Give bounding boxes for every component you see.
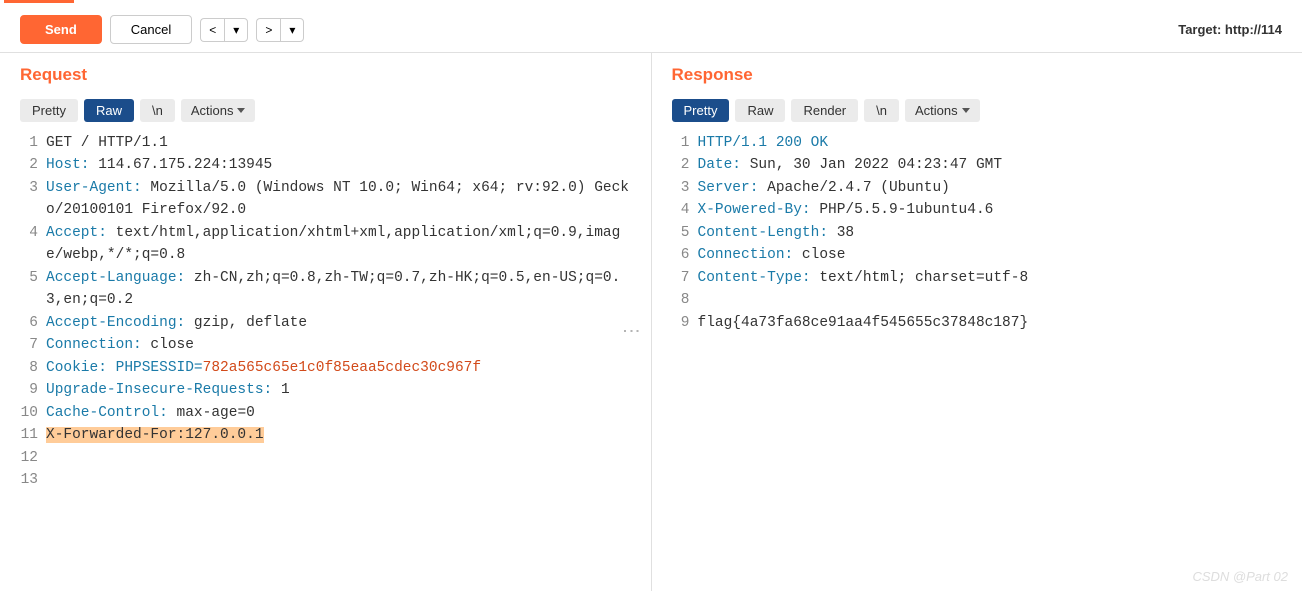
line-number: 9	[20, 379, 46, 401]
more-icon[interactable]: ⋮	[621, 322, 643, 340]
line-number: 3	[20, 177, 46, 222]
line-code[interactable]: Cookie: PHPSESSID=782a565c65e1c0f85eaa5c…	[46, 357, 631, 379]
editor-line[interactable]: 11X-Forwarded-For:127.0.0.1	[20, 424, 631, 446]
line-code[interactable]: HTTP/1.1 200 OK	[698, 132, 1283, 154]
line-number: 6	[20, 312, 46, 334]
line-number: 4	[20, 222, 46, 267]
editor-line[interactable]: 1HTTP/1.1 200 OK	[672, 132, 1283, 154]
actions-dropdown[interactable]: Actions	[181, 99, 256, 122]
editor-line[interactable]: 13	[20, 469, 631, 491]
tab-pretty[interactable]: Pretty	[20, 99, 78, 122]
editor-line[interactable]: 8Cookie: PHPSESSID=782a565c65e1c0f85eaa5…	[20, 357, 631, 379]
line-code[interactable]: X-Forwarded-For:127.0.0.1	[46, 424, 631, 446]
editor-line[interactable]: 1GET / HTTP/1.1	[20, 132, 631, 154]
next-dropdown[interactable]: ▾	[280, 18, 304, 42]
editor-line[interactable]: 3User-Agent: Mozilla/5.0 (Windows NT 10.…	[20, 177, 631, 222]
editor-line[interactable]: 5Accept-Language: zh-CN,zh;q=0.8,zh-TW;q…	[20, 267, 631, 312]
tab-render[interactable]: Render	[791, 99, 858, 122]
chevron-down-icon	[962, 108, 970, 113]
response-title: Response	[672, 65, 1283, 85]
toolbar: Send Cancel < ▾ > ▾ Target: http://114	[0, 7, 1302, 53]
tab-raw[interactable]: Raw	[735, 99, 785, 122]
line-code[interactable]: Accept-Encoding: gzip, deflate	[46, 312, 631, 334]
request-editor[interactable]: 1GET / HTTP/1.12Host: 114.67.175.224:139…	[20, 132, 631, 492]
editor-line[interactable]: 3Server: Apache/2.4.7 (Ubuntu)	[672, 177, 1283, 199]
active-tab-indicator	[4, 0, 74, 3]
line-code[interactable]: Accept-Language: zh-CN,zh;q=0.8,zh-TW;q=…	[46, 267, 631, 312]
line-number: 9	[672, 312, 698, 334]
tab-pretty[interactable]: Pretty	[672, 99, 730, 122]
editor-line[interactable]: 7Content-Type: text/html; charset=utf-8	[672, 267, 1283, 289]
line-code[interactable]: Accept: text/html,application/xhtml+xml,…	[46, 222, 631, 267]
next-button[interactable]: >	[256, 18, 280, 42]
line-number: 7	[20, 334, 46, 356]
line-code[interactable]: Upgrade-Insecure-Requests: 1	[46, 379, 631, 401]
editor-line[interactable]: 7Connection: close	[20, 334, 631, 356]
actions-label: Actions	[191, 103, 234, 118]
history-next-group: > ▾	[256, 18, 304, 42]
line-number: 5	[672, 222, 698, 244]
line-code[interactable]: flag{4a73fa68ce91aa4f545655c37848c187}	[698, 312, 1283, 334]
editor-line[interactable]: 4Accept: text/html,application/xhtml+xml…	[20, 222, 631, 267]
line-code[interactable]: Cache-Control: max-age=0	[46, 402, 631, 424]
tab-raw[interactable]: Raw	[84, 99, 134, 122]
line-code[interactable]: Host: 114.67.175.224:13945	[46, 154, 631, 176]
line-number: 2	[672, 154, 698, 176]
editor-line[interactable]: 2Host: 114.67.175.224:13945	[20, 154, 631, 176]
line-number: 12	[20, 447, 46, 469]
line-number: 1	[672, 132, 698, 154]
line-number: 3	[672, 177, 698, 199]
line-number: 11	[20, 424, 46, 446]
tab-newline[interactable]: \n	[864, 99, 899, 122]
editor-line[interactable]: 9Upgrade-Insecure-Requests: 1	[20, 379, 631, 401]
line-number: 6	[672, 244, 698, 266]
line-code[interactable]: X-Powered-By: PHP/5.5.9-1ubuntu4.6	[698, 199, 1283, 221]
send-button[interactable]: Send	[20, 15, 102, 44]
line-code[interactable]: Server: Apache/2.4.7 (Ubuntu)	[698, 177, 1283, 199]
history-prev-group: < ▾	[200, 18, 248, 42]
editor-line[interactable]: 4X-Powered-By: PHP/5.5.9-1ubuntu4.6	[672, 199, 1283, 221]
request-title: Request	[20, 65, 631, 85]
line-number: 5	[20, 267, 46, 312]
editor-line[interactable]: 9flag{4a73fa68ce91aa4f545655c37848c187}	[672, 312, 1283, 334]
line-number: 10	[20, 402, 46, 424]
line-number: 2	[20, 154, 46, 176]
cancel-button[interactable]: Cancel	[110, 15, 192, 44]
editor-line[interactable]: 6Connection: close	[672, 244, 1283, 266]
line-code[interactable]: Date: Sun, 30 Jan 2022 04:23:47 GMT	[698, 154, 1283, 176]
line-number: 13	[20, 469, 46, 491]
line-code[interactable]: Content-Type: text/html; charset=utf-8	[698, 267, 1283, 289]
response-editor[interactable]: 1HTTP/1.1 200 OK2Date: Sun, 30 Jan 2022 …	[672, 132, 1283, 334]
request-panel: Request Pretty Raw \n Actions 1GET / HTT…	[0, 53, 651, 591]
line-code[interactable]: Content-Length: 38	[698, 222, 1283, 244]
editor-line[interactable]: 5Content-Length: 38	[672, 222, 1283, 244]
actions-dropdown[interactable]: Actions	[905, 99, 980, 122]
line-code[interactable]: Connection: close	[46, 334, 631, 356]
chevron-down-icon	[237, 108, 245, 113]
tab-newline[interactable]: \n	[140, 99, 175, 122]
line-code[interactable]: GET / HTTP/1.1	[46, 132, 631, 154]
prev-button[interactable]: <	[200, 18, 224, 42]
watermark: CSDN @Part 02	[1192, 569, 1288, 584]
line-number: 8	[20, 357, 46, 379]
line-number: 8	[672, 289, 698, 311]
line-number: 1	[20, 132, 46, 154]
editor-line[interactable]: 12	[20, 447, 631, 469]
line-number: 4	[672, 199, 698, 221]
line-code[interactable]	[46, 447, 631, 469]
editor-line[interactable]: 10Cache-Control: max-age=0	[20, 402, 631, 424]
line-code[interactable]	[698, 289, 1283, 311]
editor-line[interactable]: 6Accept-Encoding: gzip, deflate	[20, 312, 631, 334]
line-number: 7	[672, 267, 698, 289]
actions-label: Actions	[915, 103, 958, 118]
prev-dropdown[interactable]: ▾	[224, 18, 248, 42]
line-code[interactable]: Connection: close	[698, 244, 1283, 266]
editor-line[interactable]: 8	[672, 289, 1283, 311]
target-label: Target: http://114	[1178, 22, 1282, 37]
line-code[interactable]: User-Agent: Mozilla/5.0 (Windows NT 10.0…	[46, 177, 631, 222]
editor-line[interactable]: 2Date: Sun, 30 Jan 2022 04:23:47 GMT	[672, 154, 1283, 176]
line-code[interactable]	[46, 469, 631, 491]
response-panel: Response Pretty Raw Render \n Actions 1H…	[651, 53, 1302, 591]
